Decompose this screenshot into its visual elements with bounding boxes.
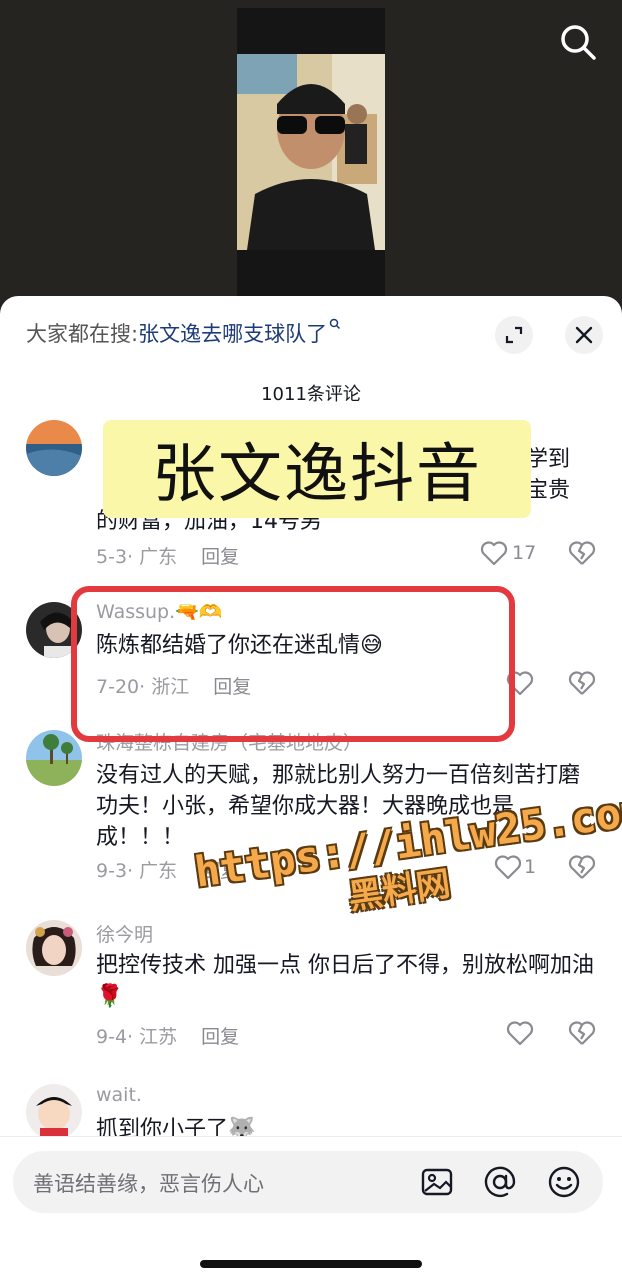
expand-button[interactable] bbox=[495, 316, 533, 354]
comment-input[interactable]: 善语结善缘，恶言伤人心 bbox=[13, 1151, 603, 1213]
title-banner: 张文逸抖音 bbox=[103, 420, 531, 518]
trending-keyword[interactable]: 张文逸去哪支球队了 bbox=[138, 322, 327, 346]
avatar[interactable] bbox=[26, 730, 82, 786]
reply-button[interactable]: 回复 bbox=[201, 1026, 239, 1048]
avatar[interactable] bbox=[26, 1084, 82, 1136]
like-count: 17 bbox=[512, 542, 537, 564]
video-thumbnail bbox=[237, 54, 385, 250]
comment-list[interactable]: 学到 宝贵 的财富，加油，14号男 5-3· 广东 回复 17 Wassup.🔫🫶 bbox=[0, 416, 622, 1136]
comment-location: 广东 bbox=[139, 546, 178, 568]
dislike-button[interactable] bbox=[568, 540, 596, 570]
comment-username[interactable]: 徐今明 bbox=[96, 920, 153, 947]
comment-username[interactable]: wait. bbox=[96, 1084, 142, 1106]
comment-date: 9-4 bbox=[96, 1026, 128, 1048]
list-item: wait. 抓到你小子了🐺 bbox=[0, 1080, 622, 1136]
video-player[interactable] bbox=[0, 0, 622, 320]
avatar[interactable] bbox=[26, 920, 82, 976]
comment-location: 广东 bbox=[139, 860, 178, 882]
search-icon bbox=[561, 25, 596, 60]
expand-icon bbox=[505, 326, 523, 344]
trending-search[interactable]: 大家都在搜:张文逸去哪支球队了 bbox=[26, 318, 341, 348]
like-button[interactable]: 17 bbox=[480, 540, 536, 566]
comment-location: 江苏 bbox=[139, 1026, 178, 1048]
search-button[interactable] bbox=[558, 22, 598, 62]
at-icon[interactable] bbox=[483, 1165, 517, 1199]
comment-date: 5-3 bbox=[96, 546, 128, 568]
emoji-icon[interactable] bbox=[547, 1165, 581, 1199]
close-button[interactable] bbox=[565, 316, 603, 354]
image-icon[interactable] bbox=[420, 1165, 454, 1199]
comment-text: 抓到你小子了🐺 bbox=[96, 1117, 256, 1136]
comment-text-line: 宝贵 bbox=[526, 478, 571, 503]
comment-input-placeholder: 善语结善缘，恶言伤人心 bbox=[33, 1172, 264, 1196]
dislike-button[interactable] bbox=[568, 1020, 596, 1050]
close-icon bbox=[575, 326, 593, 344]
comment-text-line: 学到 bbox=[526, 447, 571, 472]
list-item: 徐今明 把控传技术 加强一点 你日后了不得，别放松啊加油🌹 9-4· 江苏 回复 bbox=[0, 912, 622, 1062]
broken-heart-icon bbox=[568, 1021, 596, 1045]
comment-date: 9-3 bbox=[96, 860, 128, 882]
video-frame[interactable] bbox=[237, 8, 385, 308]
search-small-icon bbox=[329, 318, 341, 330]
heart-icon bbox=[480, 541, 508, 566]
comment-meta: 9-4· 江苏 回复 bbox=[96, 1026, 240, 1048]
highlight-box bbox=[71, 586, 515, 742]
avatar[interactable] bbox=[26, 420, 82, 476]
comment-count: 1011条评论 bbox=[261, 384, 361, 405]
home-indicator[interactable] bbox=[200, 1260, 422, 1268]
heart-icon bbox=[506, 1021, 534, 1046]
comment-text: 把控传技术 加强一点 你日后了不得，别放松啊加油🌹 bbox=[96, 953, 594, 1009]
reply-button[interactable]: 回复 bbox=[201, 546, 239, 568]
dislike-button[interactable] bbox=[568, 670, 596, 700]
broken-heart-icon bbox=[568, 671, 596, 695]
comment-meta: 5-3· 广东 回复 bbox=[96, 546, 240, 568]
comment-input-bar: 善语结善缘，恶言伤人心 bbox=[0, 1136, 622, 1280]
like-button[interactable] bbox=[506, 1020, 534, 1046]
broken-heart-icon bbox=[568, 541, 596, 565]
trending-prefix: 大家都在搜: bbox=[26, 322, 139, 346]
